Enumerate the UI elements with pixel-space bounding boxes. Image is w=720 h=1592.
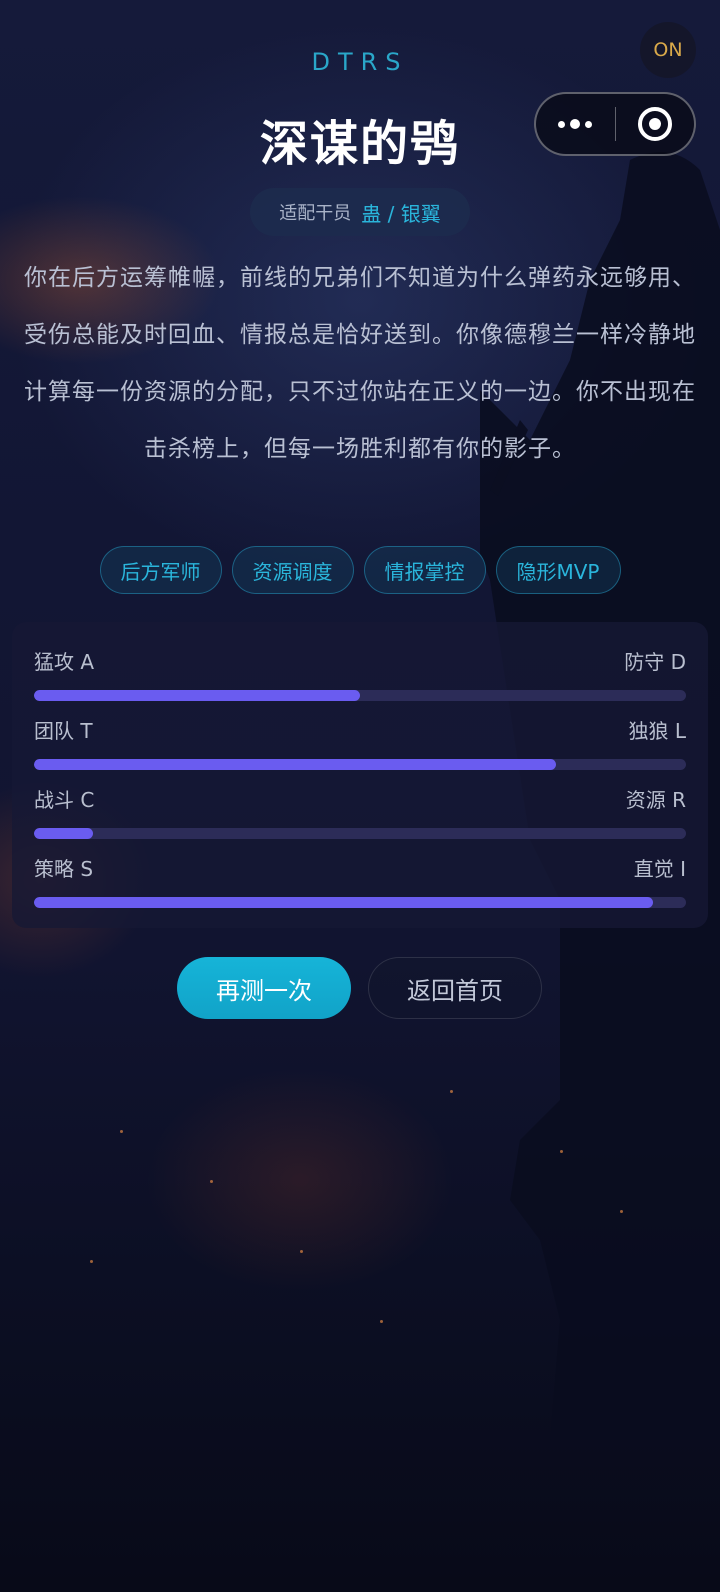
agent-pill: 适配干员 蛊 / 银翼 <box>250 188 470 236</box>
tag-list: 后方军师 资源调度 情报掌控 隐形MVP <box>0 546 720 594</box>
dimension-track <box>34 690 686 701</box>
dimension-fill <box>34 690 360 701</box>
dimension-card: 猛攻 A 防守 D 团队 T 独狼 L 战斗 C 资源 R 策略 S 直觉 I <box>12 622 708 928</box>
dimension-row: 策略 S 直觉 I <box>34 853 686 922</box>
dimension-right-label: 独狼 L <box>628 719 687 743</box>
home-button[interactable]: 返回首页 <box>368 957 542 1019</box>
dimension-track <box>34 828 686 839</box>
result-title: 深谋的鸮 <box>259 116 460 172</box>
dimension-fill <box>34 828 93 839</box>
tag-item: 情报掌控 <box>363 546 486 594</box>
dimension-row: 团队 T 独狼 L <box>34 715 686 784</box>
dimension-track <box>34 759 686 770</box>
brand-title: DTRS <box>311 48 409 76</box>
dimension-right-label: 资源 R <box>625 788 686 812</box>
dimension-left-label: 团队 T <box>34 719 93 743</box>
dimension-row: 猛攻 A 防守 D <box>34 646 686 715</box>
dimension-fill <box>34 897 654 908</box>
tag-item: 隐形MVP <box>495 546 621 594</box>
tag-item: 资源调度 <box>231 546 354 594</box>
dimension-left-label: 战斗 C <box>34 788 95 812</box>
result-description: 你在后方运筹帷幄，前线的兄弟们不知道为什么弹药永远够用、受伤总能及时回血、情报总… <box>24 265 696 462</box>
agent-value: 蛊 / 银翼 <box>361 201 441 226</box>
dimension-track <box>34 897 686 908</box>
agent-label: 适配干员 <box>279 203 352 224</box>
dimension-fill <box>34 759 556 770</box>
status-badge[interactable]: ON <box>640 22 696 78</box>
dimension-right-label: 防守 D <box>624 650 686 674</box>
dimension-left-label: 猛攻 A <box>34 650 95 674</box>
tag-item: 后方军师 <box>99 546 222 594</box>
dimension-row: 战斗 C 资源 R <box>34 784 686 853</box>
dimension-right-label: 直觉 I <box>633 857 686 881</box>
retry-button[interactable]: 再测一次 <box>177 957 351 1019</box>
dimension-left-label: 策略 S <box>34 857 94 881</box>
